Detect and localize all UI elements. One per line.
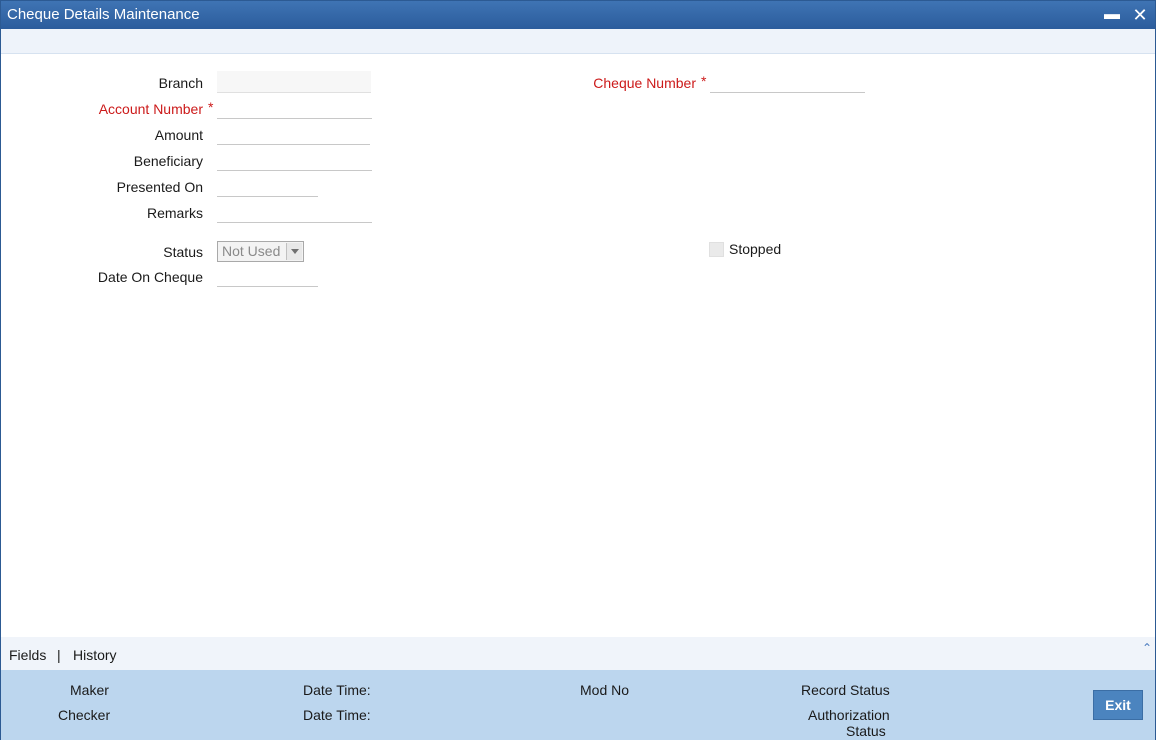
checker-label: Checker — [58, 707, 111, 723]
status-selected-value: Not Used — [222, 243, 281, 259]
fields-link[interactable]: Fields — [9, 647, 46, 663]
branch-label: Branch — [158, 75, 203, 91]
audit-panel: Maker Checker Date Time: Date Time: Mod … — [1, 670, 1155, 740]
cheque-details-window: Cheque Details Maintenance ▬ ✕ Branch Ac… — [0, 0, 1156, 740]
stopped-checkbox[interactable] — [709, 242, 724, 257]
window-title: Cheque Details Maintenance — [7, 6, 200, 23]
required-marker: * — [208, 99, 214, 115]
link-separator: | — [57, 647, 61, 663]
remarks-label: Remarks — [146, 205, 203, 221]
authorization-label: Authorization — [808, 707, 890, 723]
title-bar: Cheque Details Maintenance ▬ ✕ — [1, 1, 1155, 29]
cheque-number-label: Cheque Number — [593, 75, 696, 91]
beneficiary-label: Beneficiary — [133, 153, 203, 169]
required-marker: * — [701, 73, 707, 89]
remarks-field[interactable] — [217, 201, 372, 223]
branch-field[interactable] — [217, 71, 371, 93]
stopped-label: Stopped — [729, 241, 782, 257]
account-number-field[interactable] — [217, 97, 372, 119]
status-select[interactable]: Not Used — [217, 241, 304, 262]
authorization-status-label: Status — [846, 723, 886, 739]
status-label: Status — [163, 244, 203, 260]
footer-links: Fields | History ⌃ — [1, 637, 1155, 670]
record-status-label: Record Status — [801, 682, 890, 698]
amount-label: Amount — [154, 127, 203, 143]
history-link[interactable]: History — [73, 647, 117, 663]
collapse-icon[interactable]: ⌃ — [1142, 641, 1154, 655]
exit-button[interactable]: Exit — [1093, 690, 1143, 720]
presented-on-field[interactable] — [217, 175, 318, 197]
cheque-number-field[interactable] — [710, 71, 865, 93]
maker-label: Maker — [70, 682, 109, 698]
beneficiary-field[interactable] — [217, 149, 372, 171]
chevron-down-icon[interactable] — [286, 243, 302, 260]
presented-on-label: Presented On — [116, 179, 203, 195]
date-on-cheque-field[interactable] — [217, 265, 318, 287]
mod-no-label: Mod No — [580, 682, 630, 698]
close-icon[interactable]: ✕ — [1129, 5, 1151, 25]
checker-date-time-label: Date Time: — [303, 707, 371, 723]
account-number-label: Account Number — [98, 101, 203, 117]
maker-date-time-label: Date Time: — [303, 682, 371, 698]
minimize-icon[interactable]: ▬ — [1101, 5, 1123, 25]
toolbar-strip — [1, 29, 1155, 54]
date-on-cheque-label: Date On Cheque — [97, 269, 203, 285]
amount-field[interactable] — [217, 123, 370, 145]
